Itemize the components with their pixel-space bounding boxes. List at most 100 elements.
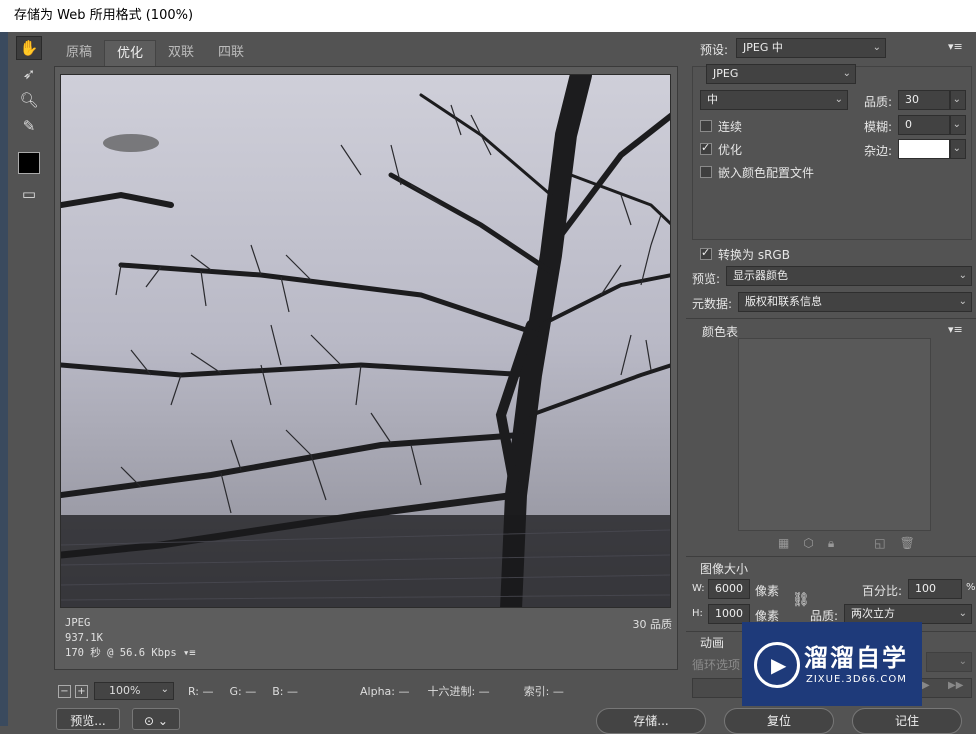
chevron-down-icon: ⌄ [872, 42, 881, 53]
web-safe-cube-icon[interactable]: ⬡ [803, 536, 813, 551]
progressive-checkbox[interactable] [700, 120, 712, 132]
zoom-value: 100% [109, 684, 141, 697]
resample-select[interactable]: 两次立方 ⌄ [844, 604, 972, 624]
convert-srgb-checkbox[interactable] [700, 246, 712, 260]
reset-button[interactable]: 复位 [724, 708, 834, 734]
color-table-menu-icon[interactable]: ▾≡ [948, 323, 963, 336]
tab-4up[interactable]: 四联 [206, 40, 256, 66]
chevron-down-icon: ⌄ [958, 656, 967, 667]
blur-input[interactable]: 0 [898, 115, 950, 135]
quality-label: 品质: [864, 95, 893, 109]
percent-label: 百分比: [862, 584, 903, 598]
height-label: H: [692, 608, 703, 619]
tree-photo [61, 75, 670, 607]
metadata-select[interactable]: 版权和联系信息 ⌄ [738, 292, 972, 312]
width-unit: 像素 [755, 584, 780, 598]
image-size-title: 图像大小 [700, 562, 749, 576]
quality-mode-value: 中 [707, 93, 718, 106]
height-input[interactable]: 1000 [708, 604, 750, 624]
preset-label: 预设: [700, 43, 729, 57]
chevron-down-icon: ⌄ [834, 94, 843, 105]
blur-value: 0 [905, 118, 912, 131]
chevron-down-icon: ⌄ [958, 270, 967, 281]
chevron-down-icon: ⌄ [160, 684, 169, 695]
info-size: 937.1K [65, 632, 103, 644]
readout-index: 索引: — [523, 685, 564, 698]
percent-unit: % [966, 582, 976, 593]
quality-value: 30 [905, 93, 919, 106]
toolbox: ✋ ➶ 🔍︎ ✎ ▭ [14, 36, 44, 208]
zoom-select[interactable]: 100% ⌄ [94, 682, 174, 700]
tab-2up[interactable]: 双联 [156, 40, 206, 66]
info-format: JPEG [65, 617, 91, 629]
slice-select-tool-icon[interactable]: ➶ [16, 62, 42, 86]
browser-preview-button[interactable]: ⊙ ⌄ [132, 708, 180, 730]
color-table[interactable] [738, 338, 931, 531]
preview-value: 显示器颜色 [733, 269, 788, 282]
blur-slider-button[interactable]: ⌄ [950, 115, 966, 135]
readout-alpha: Alpha: — [360, 684, 410, 698]
progressive-label: 连续 [718, 120, 743, 134]
status-bar: − + 100% ⌄ R: — G: — B: — Alpha: — 十六进制:… [54, 680, 678, 702]
chevron-down-icon: ⌄ [952, 119, 961, 130]
readout-g: G: — [229, 684, 257, 698]
watermark-logo: ▶ 溜溜自学 ZIXUE.3D66.COM [742, 622, 922, 706]
embed-profile-checkbox[interactable] [700, 166, 712, 178]
width-input[interactable]: 6000 [708, 579, 750, 599]
save-button[interactable]: 存储... [596, 708, 706, 734]
zoom-in-button[interactable]: + [75, 684, 88, 698]
divider [686, 318, 976, 319]
trash-icon[interactable]: 🗑︎ [900, 536, 915, 551]
last-frame-icon[interactable]: ▶▶ [948, 680, 963, 691]
quality-mode-select[interactable]: 中 ⌄ [700, 90, 848, 110]
convert-srgb-label: 转换为 sRGB [718, 248, 790, 262]
web-snap-icon[interactable]: ▦ [778, 536, 789, 551]
optimized-label: 优化 [718, 143, 743, 157]
window-title: 存储为 Web 所用格式 (100%) [0, 0, 976, 32]
tab-optimized[interactable]: 优化 [104, 40, 157, 66]
chevron-down-icon: ⌄ [842, 68, 851, 79]
zoom-out-button[interactable]: − [58, 684, 71, 698]
format-select[interactable]: JPEG ⌄ [706, 64, 856, 84]
quality-slider-button[interactable]: ⌄ [950, 90, 966, 110]
matte-dropdown[interactable]: ⌄ [950, 139, 966, 159]
view-tabs: 原稿 优化 双联 四联 [54, 40, 256, 66]
width-label: W: [692, 583, 705, 594]
speed-menu-icon[interactable]: ▾≡ [183, 647, 196, 659]
panel-menu-icon[interactable]: ▾≡ [948, 40, 963, 53]
new-color-icon[interactable]: ◱ [874, 536, 885, 551]
animation-title: 动画 [700, 636, 725, 650]
zoom-tool-icon[interactable]: 🔍︎ [16, 88, 42, 112]
link-icon[interactable]: ⛓︎ [792, 592, 810, 608]
readout-b: B: — [272, 684, 298, 698]
height-value: 1000 [715, 607, 743, 620]
play-icon[interactable]: ▶ [922, 680, 930, 691]
blur-label: 模糊: [864, 120, 893, 134]
embed-profile-label: 嵌入颜色配置文件 [718, 166, 815, 180]
preview-button[interactable]: 预览... [56, 708, 120, 730]
loop-select[interactable]: ⌄ [926, 652, 972, 672]
percent-input[interactable]: 100 [908, 579, 962, 599]
eyedropper-tool-icon[interactable]: ✎ [16, 114, 42, 138]
lock-icon[interactable]: 🔒︎ [828, 536, 834, 551]
preview-image[interactable] [60, 74, 671, 608]
tab-original[interactable]: 原稿 [54, 40, 104, 66]
background-window-edge [0, 32, 8, 726]
watermark-title: 溜溜自学 [804, 644, 908, 672]
quality-input[interactable]: 30 [898, 90, 950, 110]
readout-hex: 十六进制: — [427, 685, 490, 698]
toggle-slices-icon[interactable]: ▭ [16, 182, 42, 206]
width-value: 6000 [715, 582, 743, 595]
loop-label: 循环选项 [692, 658, 741, 672]
chevron-down-icon: ⌄ [952, 94, 961, 105]
eyedropper-color-swatch[interactable] [18, 152, 40, 174]
chevron-down-icon: ⌄ [958, 608, 967, 619]
preset-select[interactable]: JPEG 中 ⌄ [736, 38, 886, 58]
preview-select[interactable]: 显示器颜色 ⌄ [726, 266, 972, 286]
play-triangle-icon: ▶ [771, 653, 787, 677]
remember-button[interactable]: 记住 [852, 708, 962, 734]
matte-color-swatch[interactable] [898, 139, 950, 159]
hand-tool-icon[interactable]: ✋ [16, 36, 42, 60]
color-table-toolbar: ▦ ⬡ 🔒︎ ◱ 🗑︎ [778, 536, 915, 551]
optimized-checkbox[interactable] [700, 141, 712, 155]
